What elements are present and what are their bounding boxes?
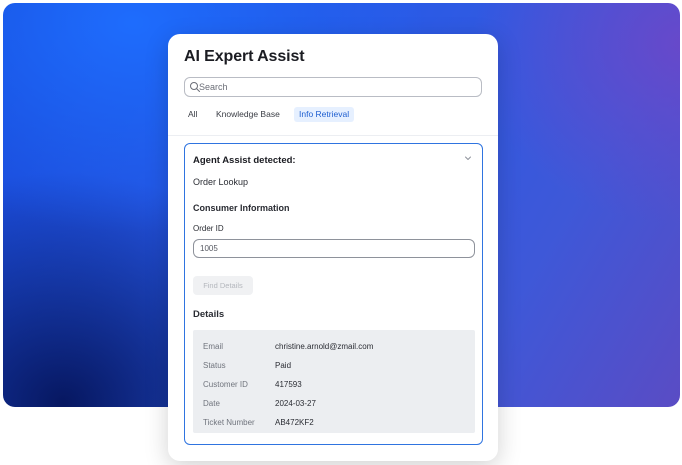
detail-value: christine.arnold@zmail.com (275, 342, 374, 351)
tab-all[interactable]: All (188, 107, 197, 122)
detail-key: Status (203, 361, 226, 370)
detail-key: Date (203, 399, 220, 408)
order-id-input[interactable] (193, 239, 475, 258)
details-table: Email christine.arnold@zmail.com Status … (193, 330, 475, 433)
tab-knowledge-base[interactable]: Knowledge Base (216, 107, 280, 122)
agent-assist-card: Agent Assist detected: Order Lookup Cons… (184, 143, 483, 445)
detail-value: Paid (275, 361, 292, 370)
tab-info-retrieval[interactable]: Info Retrieval (294, 107, 355, 122)
detail-key: Ticket Number (203, 418, 255, 427)
stage: AI Expert Assist All Knowledge Base Info… (0, 0, 682, 465)
order-id-label: Order ID (193, 224, 224, 233)
detail-key: Email (203, 342, 224, 351)
chevron-down-icon[interactable] (464, 154, 472, 162)
search-input[interactable] (199, 78, 477, 96)
app-title: AI Expert Assist (184, 48, 305, 65)
find-details-button[interactable]: Find Details (193, 276, 253, 295)
details-title: Details (193, 309, 225, 320)
detail-key: Customer ID (203, 380, 248, 389)
tabs-divider (168, 135, 498, 136)
detail-value: 2024-03-27 (275, 399, 316, 408)
search-box[interactable] (184, 77, 482, 97)
ai-expert-assist-panel: AI Expert Assist All Knowledge Base Info… (168, 34, 498, 461)
card-title: Agent Assist detected: (193, 155, 296, 166)
section-title: Consumer Information (193, 203, 290, 213)
detail-value: AB472KF2 (275, 418, 314, 427)
detail-value: 417593 (275, 380, 302, 389)
workflow-name: Order Lookup (193, 177, 249, 187)
